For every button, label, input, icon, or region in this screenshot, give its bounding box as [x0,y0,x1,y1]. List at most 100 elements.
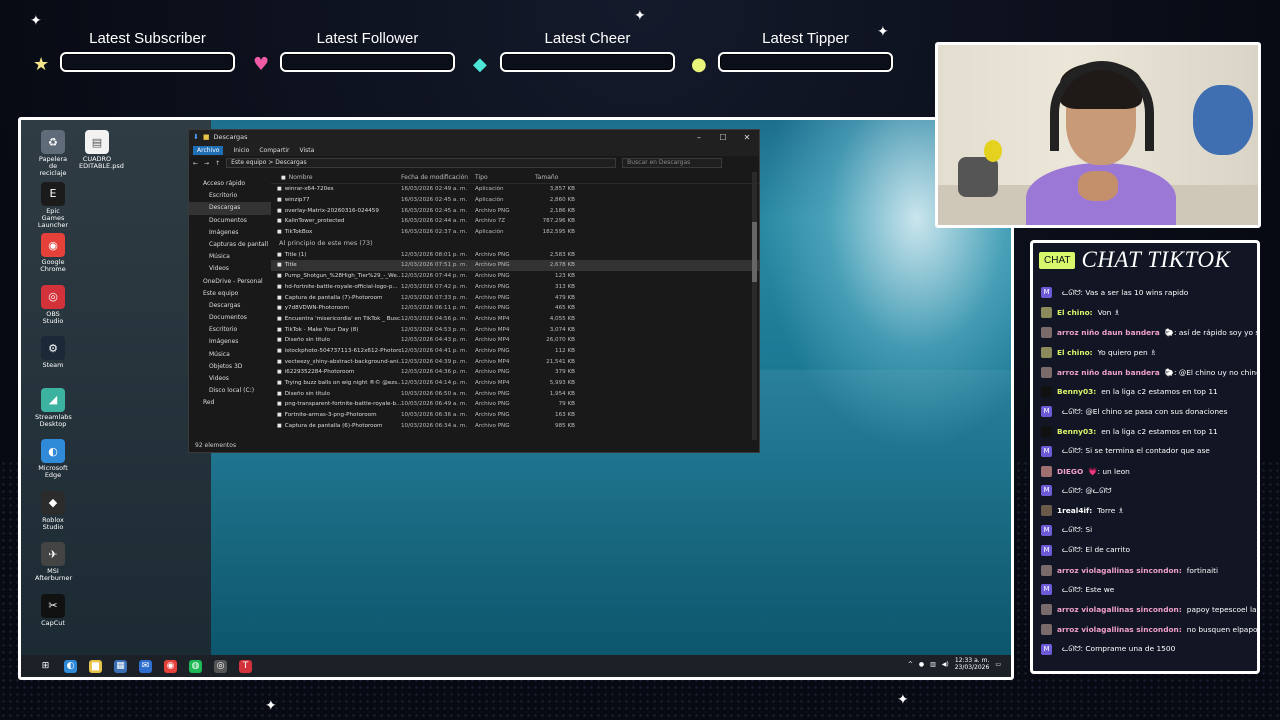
minimize-button[interactable]: – [687,133,711,142]
nav-item[interactable]: Música [189,251,271,263]
nav-item[interactable]: Descargas [189,202,271,215]
forward-icon[interactable]: → [204,160,209,167]
nav-item[interactable]: Imágenes [189,227,271,239]
file-row[interactable]: Title (1)12/03/2026 08:01 p. m. Archivo P… [271,249,759,260]
windows-start-icon[interactable]: ⊞ [39,660,52,673]
file-row[interactable]: i6229352284-Photoroom12/03/2026 04:36 p.… [271,367,759,378]
column-name[interactable]: Nombre [271,174,401,181]
file-row[interactable]: Captura de pantalla (6)-Photoroom10/03/2… [271,420,759,431]
file-size: 112 KB [555,347,575,354]
file-row[interactable]: istockphoto-504737113-612x612-Photoro...… [271,346,759,357]
desktop-icon[interactable]: ✂ CapCut [35,593,71,627]
column-date[interactable]: Fecha de modificación [401,174,475,181]
back-icon[interactable]: ← [193,160,198,167]
group-header[interactable]: Al principio de este mes (73) [271,237,759,249]
chrome-icon[interactable]: ◉ [164,659,177,673]
chevron-up-icon[interactable]: ^ [908,661,913,668]
ribbon-tab[interactable]: Archivo [193,145,224,155]
chat-message: El chino: Von ♗ [1041,303,1257,323]
edge-icon[interactable]: ◐ [64,659,77,673]
address-bar[interactable]: Este equipo > Descargas [226,158,617,168]
notification-icon[interactable]: ▭ [995,661,1001,668]
file-row[interactable]: Trying buzz balls on wig night ®© @ezs..… [271,378,759,389]
chat-text: 🐑: así de rápido soy yo sin l [1164,327,1257,337]
maximize-button[interactable]: ☐ [711,133,735,142]
file-row[interactable]: Captura de pantalla (7)-Photoroom12/03/2… [271,292,759,303]
file-row[interactable]: overlay-Matrix-20260316-02445916/03/2026… [271,205,759,216]
desktop-icon[interactable]: ◉ Google Chrome [35,233,71,273]
file-row[interactable]: Diseño sin título12/03/2026 04:43 p. m. A… [271,335,759,346]
nav-item[interactable]: Música [189,349,271,361]
desktop-icon[interactable]: ◢ Streamlabs Desktop [35,387,72,428]
desktop-icon[interactable]: ◆ Roblox Studio [35,490,71,531]
file-row[interactable]: hd-fortnite-battle-royale-official-logo-… [271,282,759,293]
file-explorer-icon[interactable]: ▆ [89,659,102,673]
chat-text: ᓚᘏᗢ: Este we [1062,584,1115,594]
avatar [1041,465,1052,477]
column-type[interactable]: Tipo [475,174,535,181]
column-size[interactable]: Tamaño [535,174,575,181]
explorer-title-bar[interactable]: ⬇ ■ Descargas – ☐ ✕ [189,130,759,144]
volume-icon[interactable]: ◀) [942,661,949,668]
nav-item[interactable]: Este equipo [189,288,271,300]
nav-item[interactable]: Videos [189,373,271,385]
file-row[interactable]: winrar-x64-720es16/03/2026 02:49 a. m. Ap… [271,184,759,195]
store-icon[interactable]: ▦ [114,659,127,673]
file-name: Encuentra 'misericordia' en TikTok _ Bus… [271,316,401,322]
nav-item[interactable]: OneDrive - Personal [189,276,271,288]
file-name: Pump_Shotgun_%28High_Tier%29_-_We... [271,273,401,279]
file-row[interactable]: png-transparent-fortnite-battle-royale-b… [271,399,759,410]
file-explorer-window[interactable]: ⬇ ■ Descargas – ☐ ✕ Archivo Inicio Compart… [188,129,760,453]
nav-item[interactable]: Capturas de pantall [189,239,271,251]
nav-item[interactable]: Documentos [189,312,271,324]
desktop-icon[interactable]: ⚙ Steam [35,336,71,369]
desktop-icon[interactable]: ✈ MSI Afterburner [35,542,72,582]
ribbon-tab[interactable]: Inicio [233,147,249,154]
nav-item[interactable]: Red [189,397,271,409]
nav-item[interactable]: Descargas [189,300,271,312]
file-row[interactable]: vecteezy_shiny-abstract-background-ani..… [271,356,759,367]
file-row[interactable]: Encuentra 'misericordia' en TikTok _ Bus… [271,314,759,325]
nav-item[interactable]: Objetos 3D [189,361,271,373]
close-button[interactable]: ✕ [735,133,759,142]
nav-item[interactable]: Documentos [189,215,271,227]
ribbon-tab[interactable]: Compartir [259,147,289,154]
file-size: 465 KB [555,305,575,312]
file-row[interactable]: Fortnite-armas-3-png-Photoroom10/03/2026… [271,410,759,421]
up-icon[interactable]: ↑ [215,160,220,167]
nav-item[interactable]: Acceso rápido [189,178,271,190]
nav-item[interactable]: Videos [189,263,271,275]
file-date: 16/03/2026 02:49 a. m. [401,186,468,193]
chat-text: ᓚᘏᗢ: Vas a ser las 10 wins rapido [1062,287,1189,297]
file-row[interactable]: Title12/03/2026 07:51 p. m. Archivo PNG 2,… [271,260,759,271]
capcut-icon: ✂ [41,593,65,618]
file-row[interactable]: Diseño sin título10/03/2026 06:50 a. m. A… [271,388,759,399]
file-row[interactable]: KalinTower_protected16/03/2026 02:44 a. … [271,216,759,227]
clock[interactable]: 12:33 a. m. 23/03/2026 [955,657,990,671]
desktop-file-psd[interactable]: ▤ CUADRO EDITABLE.psd [79,130,124,170]
desktop-icon[interactable]: E Epic Games Launcher [35,181,71,229]
file-row[interactable]: TikTok - Make Your Day (8)12/03/2026 04:… [271,324,759,335]
file-row[interactable]: y7d8VDWN-Photoroom12/03/2026 06:11 p. m.… [271,303,759,314]
desktop-icon[interactable]: ◎ OBS Studio [35,284,71,325]
nav-item[interactable]: Imágenes [189,336,271,348]
file-row[interactable]: winzip7716/03/2026 02:45 a. m. Aplicación… [271,195,759,206]
search-input[interactable]: Buscar en Descargas [622,158,723,168]
desktop-icon[interactable]: ♻ Papelera de reciclaje [35,130,71,177]
desktop-icon[interactable]: ◐ Microsoft Edge [35,439,71,479]
chat-message: M ᓚᘏᗢ: @ᓚᘏᗢ [1041,481,1257,501]
vertical-scrollbar[interactable] [752,172,757,442]
file-row[interactable]: Pump_Shotgun_%28High_Tier%29_-_We...12/0… [271,271,759,282]
spotify-icon[interactable]: ◍ [189,659,202,673]
mail-icon[interactable]: ✉ [139,659,152,673]
network-icon[interactable]: ▥ [930,661,936,668]
file-row[interactable]: TikTokBox16/03/2026 02:37 a. m. Aplicació… [271,227,759,238]
nav-item[interactable]: Escritorio [189,324,271,336]
ribbon-tab[interactable]: Vista [299,147,314,154]
nav-item[interactable]: Disco local (C:) [189,385,271,397]
microphone-icon[interactable]: ● [919,661,924,668]
nav-item[interactable]: Escritorio [189,190,271,202]
tiktok-studio-icon[interactable]: T [239,659,252,673]
file-date: 12/03/2026 07:33 p. m. [401,294,468,301]
obs-icon[interactable]: ◎ [214,659,227,673]
